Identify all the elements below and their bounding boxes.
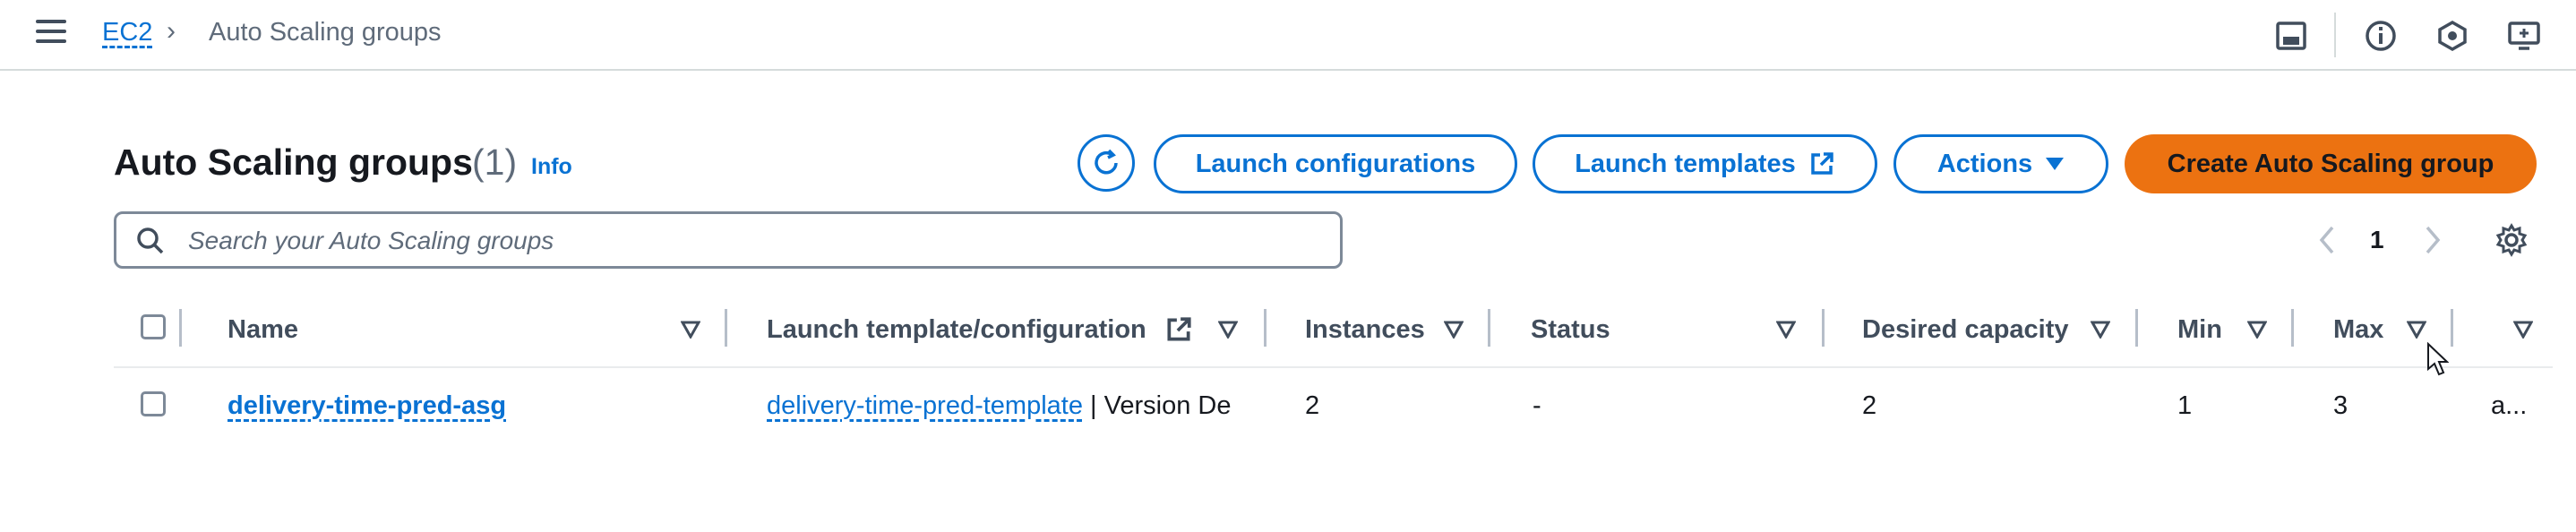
- mouse-cursor-icon: [2427, 342, 2449, 376]
- column-header-launch-template[interactable]: Launch template/configuration: [767, 315, 1146, 345]
- sort-icon[interactable]: [2513, 321, 2533, 339]
- instances-cell: 2: [1305, 391, 1320, 420]
- launch-template-link[interactable]: delivery-time-pred-template: [767, 391, 1083, 420]
- row-checkbox[interactable]: [141, 391, 166, 416]
- feedback-icon[interactable]: [2434, 18, 2470, 54]
- chevron-left-icon[interactable]: [2314, 222, 2340, 258]
- info-link[interactable]: Info: [531, 154, 572, 180]
- min-cell: 1: [2177, 391, 2193, 420]
- menu-icon[interactable]: [36, 20, 66, 47]
- launch-template-cell: delivery-time-pred-template | Version De: [767, 391, 1231, 421]
- launch-templates-button[interactable]: Launch templates: [1533, 134, 1877, 193]
- launch-configurations-button[interactable]: Launch configurations: [1154, 134, 1517, 193]
- column-divider: [1488, 309, 1490, 347]
- select-all-checkbox[interactable]: [141, 314, 166, 339]
- column-divider: [2451, 309, 2453, 347]
- current-page[interactable]: 1: [2370, 226, 2384, 254]
- external-link-icon: [1811, 152, 1833, 175]
- sort-icon[interactable]: [2407, 321, 2426, 339]
- column-header-status[interactable]: Status: [1531, 315, 1610, 345]
- column-divider: [2291, 309, 2294, 347]
- max-cell: 3: [2333, 391, 2348, 420]
- launch-configurations-label: Launch configurations: [1195, 149, 1476, 178]
- breadcrumb-ec2-link[interactable]: EC2: [102, 18, 152, 47]
- launch-templates-label: Launch templates: [1575, 149, 1796, 178]
- column-divider: [725, 309, 727, 347]
- group-count: (1): [472, 142, 518, 183]
- top-navigation-bar: EC2 › Auto Scaling groups: [0, 0, 2576, 71]
- search-input[interactable]: [186, 219, 1318, 262]
- top-bar-divider: [2334, 13, 2336, 57]
- header-row-divider: [114, 366, 2553, 368]
- screen-share-icon[interactable]: [2506, 18, 2542, 54]
- page-title: Auto Scaling groups: [114, 142, 473, 183]
- sort-icon[interactable]: [2247, 321, 2267, 339]
- sort-icon[interactable]: [1776, 321, 1796, 339]
- chevron-right-icon: ›: [167, 16, 176, 46]
- caret-down-icon: [2046, 158, 2065, 170]
- column-divider: [2135, 309, 2138, 347]
- gear-icon[interactable]: [2494, 222, 2529, 258]
- breadcrumb-current: Auto Scaling groups: [209, 18, 442, 47]
- chevron-right-icon[interactable]: [2420, 222, 2445, 258]
- column-divider: [179, 309, 182, 347]
- create-auto-scaling-group-button[interactable]: Create Auto Scaling group: [2125, 134, 2537, 193]
- column-header-desired-capacity[interactable]: Desired capacity: [1862, 315, 2069, 345]
- create-label: Create Auto Scaling group: [2167, 149, 2494, 178]
- column-header-instances[interactable]: Instances: [1305, 315, 1425, 345]
- panel-layout-icon[interactable]: [2273, 18, 2309, 54]
- search-box: [114, 211, 1343, 269]
- column-divider: [1822, 309, 1825, 347]
- truncated-cell: a...: [2491, 391, 2528, 420]
- column-header-max[interactable]: Max: [2333, 315, 2383, 345]
- template-version-text: | Version De: [1090, 391, 1232, 420]
- status-cell: -: [1533, 391, 1541, 420]
- column-header-min[interactable]: Min: [2177, 315, 2222, 345]
- sort-icon[interactable]: [1218, 321, 1238, 339]
- refresh-button[interactable]: [1078, 134, 1135, 192]
- sort-icon[interactable]: [2091, 321, 2110, 339]
- column-header-name[interactable]: Name: [228, 315, 298, 345]
- search-icon: [137, 227, 164, 254]
- actions-dropdown-button[interactable]: Actions: [1893, 134, 2108, 193]
- asg-name-link[interactable]: delivery-time-pred-asg: [228, 391, 506, 421]
- actions-label: Actions: [1936, 149, 2033, 178]
- sort-icon[interactable]: [1444, 321, 1464, 339]
- info-icon[interactable]: [2363, 18, 2399, 54]
- external-link-icon: [1167, 317, 1191, 341]
- refresh-icon: [1095, 149, 1118, 175]
- column-divider: [1264, 309, 1267, 347]
- desired-capacity-cell: 2: [1862, 391, 1877, 420]
- sort-icon[interactable]: [681, 321, 700, 339]
